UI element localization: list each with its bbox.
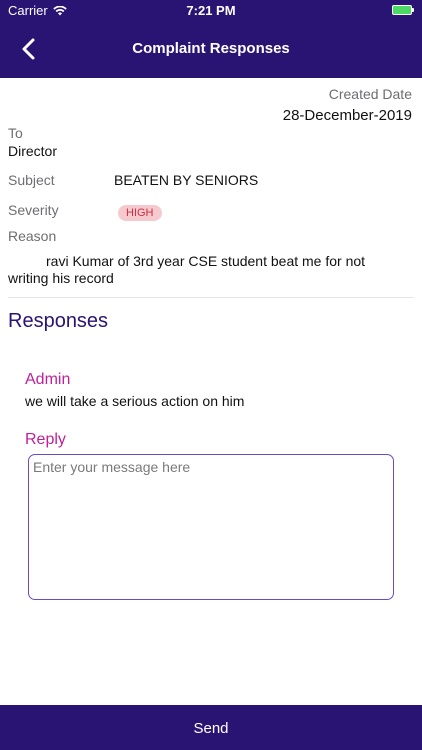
reply-message-input[interactable] <box>28 454 394 600</box>
navigation-bar: Carrier 7:21 PM Complaint Responses <box>0 0 422 78</box>
to-value: Director <box>8 143 58 159</box>
reply-label: Reply <box>25 431 66 448</box>
battery-icon <box>392 5 414 15</box>
severity-badge: HIGH <box>118 205 162 221</box>
subject-label: Subject <box>8 172 55 188</box>
complaint-responses-screen: Carrier 7:21 PM Complaint Responses Crea… <box>0 0 422 750</box>
responses-heading: Responses <box>8 310 109 332</box>
created-date-value: 28-December-2019 <box>282 107 412 124</box>
status-time: 7:21 PM <box>186 3 236 18</box>
subject-value: BEATEN BY SENIORS <box>114 172 259 188</box>
response-author: Admin <box>25 371 71 388</box>
page-title: Complaint Responses <box>132 40 290 57</box>
reason-value: ravi Kumar of 3rd year CSE student beat … <box>8 253 366 286</box>
response-message: we will take a serious action on him <box>25 393 245 409</box>
status-bar: Carrier 7:21 PM <box>0 0 422 22</box>
reason-label: Reason <box>8 228 57 244</box>
created-date-label: Created Date <box>328 86 412 102</box>
severity-label: Severity <box>8 202 59 218</box>
to-label: To <box>8 125 23 141</box>
send-button[interactable]: Send <box>0 705 422 750</box>
section-divider <box>8 297 414 298</box>
